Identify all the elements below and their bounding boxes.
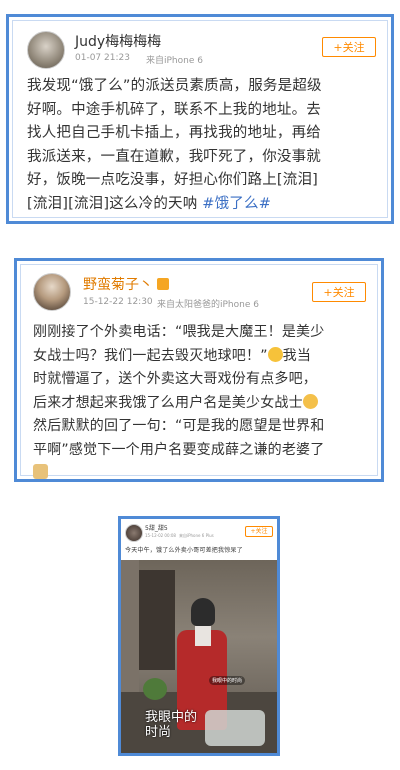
- post-source: 来自iPhone 6 Plus: [179, 533, 214, 538]
- post-photo[interactable]: 我眼中的时尚 我眼中的时尚: [121, 560, 277, 753]
- photo-bags: [205, 710, 265, 746]
- weibo-post-card-3: 5甜_甜5 15-12-02 00:08 来自iPhone 6 Plus +关注…: [118, 516, 280, 756]
- photo-plant: [143, 678, 167, 700]
- post-body: 刚刚接了个外卖电话：“喂我是大魔王！是美少 女战士吗？我们一起去毁灭地球吧！” 我…: [33, 321, 378, 486]
- username[interactable]: 野蛮菊子丶: [83, 274, 170, 294]
- post-line: 找人把自己手机卡插上，再找我的地址，再给: [27, 125, 321, 141]
- username[interactable]: Judy梅梅梅梅: [75, 31, 161, 51]
- follow-button[interactable]: +关注: [312, 282, 366, 302]
- username-text: 野蛮菊子丶: [83, 277, 153, 293]
- post-body: 我发现“饿了么”的派送员素质高，服务是超级 好啊。中途手机碎了，联系不上我的地址…: [27, 75, 387, 216]
- post-line-text: 平啊”感觉下一个用户名要变成薛之谦的老婆了: [33, 441, 325, 458]
- post-body: 今天中午，饿了么外卖小哥可差把我惊呆了: [125, 547, 243, 554]
- post-line-tail: 我当: [282, 347, 312, 364]
- post-time: 15-12-22 12:30: [83, 297, 153, 307]
- post-line-text: 女战士吗？我们一起去毁灭地球吧！”: [33, 347, 268, 364]
- post-line: [33, 462, 378, 486]
- smile-emoji-icon: [267, 346, 283, 362]
- vip-badge-icon: [157, 278, 170, 290]
- doge-emoji-icon: [33, 464, 48, 479]
- post-line: 时就懵逼了，送个外卖这大哥戏份有点多吧，: [33, 371, 317, 387]
- photo-tag-label: 我眼中的时尚: [209, 676, 246, 685]
- user-avatar[interactable]: [125, 524, 143, 542]
- post-line: 平啊”感觉下一个用户名要变成薛之谦的老婆了: [33, 439, 378, 463]
- post-line-text: [流泪][流泪]这么冷的天呐: [27, 195, 203, 212]
- follow-button[interactable]: +关注: [322, 37, 376, 57]
- post-source: 来自太阳爸爸的iPhone 6: [157, 300, 259, 310]
- post-line: 好啊。中途手机碎了，联系不上我的地址。去: [27, 101, 321, 118]
- post-line: 我派送来，一直在道歉，我吓死了，你没事就: [27, 148, 321, 165]
- post-line: 刚刚接了个外卖电话：“喂我是大魔王！是美少: [33, 324, 325, 340]
- follow-button[interactable]: +关注: [245, 526, 273, 537]
- hashtag-link[interactable]: #饿了么#: [202, 196, 271, 212]
- post-time: 15-12-02 00:08: [145, 533, 176, 538]
- post-line-text: 后来才想起来我饿了么用户名是美少女战士: [33, 394, 303, 411]
- post-line: 我发现“饿了么”的派送员素质高，服务是超级: [27, 78, 322, 94]
- photo-door: [139, 570, 175, 670]
- weibo-post-card-2: 野蛮菊子丶 15-12-22 12:30 来自太阳爸爸的iPhone 6 +关注…: [14, 258, 384, 482]
- photo-caption: 我眼中的时尚: [145, 710, 198, 740]
- post-line: 然后默默的回了一句：“可是我的愿望是世界和: [33, 418, 325, 434]
- post-line: 后来才想起来我饿了么用户名是美少女战士: [33, 392, 378, 416]
- post-line: 女战士吗？我们一起去毁灭地球吧！” 我当: [33, 345, 378, 369]
- post-source: 来自iPhone 6: [146, 56, 203, 66]
- user-avatar[interactable]: [27, 31, 65, 69]
- shy-emoji-icon: [302, 393, 318, 409]
- user-avatar[interactable]: [33, 273, 71, 311]
- post-line-last: [流泪][流泪]这么冷的天呐 #饿了么#: [27, 193, 387, 217]
- post-time: 01-07 21:23: [75, 53, 130, 63]
- username[interactable]: 5甜_甜5: [145, 523, 168, 532]
- photo-person-head: [191, 598, 215, 626]
- post-line: 好，饭晚一点吃没事，好担心你们路上[流泪]: [27, 172, 319, 188]
- weibo-post-card-1: Judy梅梅梅梅 01-07 21:23 来自iPhone 6 +关注 我发现“…: [6, 14, 394, 224]
- photo-person-collar: [195, 626, 211, 646]
